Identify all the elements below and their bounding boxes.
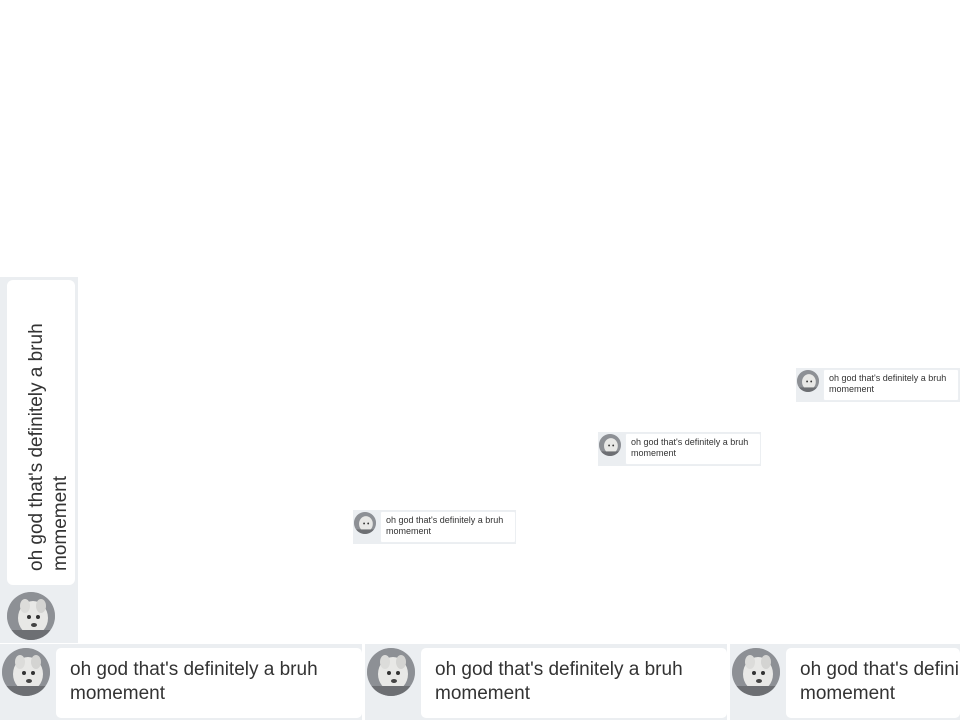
message-bubble: oh god that's definitely a bruh momement	[823, 369, 959, 401]
dog-photo-icon[interactable]	[2, 648, 50, 696]
message-bubble: oh god that's defini momement	[786, 648, 960, 718]
chat-message-small-1: oh god that's definitely a bruh momement	[353, 510, 516, 544]
chat-message-small-3: oh god that's definitely a bruh momement	[796, 368, 960, 402]
message-bubble: oh god that's definitely a bruh momement	[421, 648, 727, 718]
message-bubble: oh god that's definitely a bruh momement	[625, 433, 761, 465]
message-bubble: oh god that's definitely a bruh momement	[56, 648, 362, 718]
dog-photo-icon[interactable]	[367, 648, 415, 696]
message-text: oh god that's definitely a bruh momement	[26, 323, 71, 571]
chat-message-bottom-2: oh god that's definitely a bruh momement	[365, 644, 727, 720]
dog-photo-icon[interactable]	[7, 592, 55, 640]
message-bubble: oh god that's definitely a bruh momement	[380, 511, 516, 543]
dog-photo-icon[interactable]	[797, 370, 819, 392]
message-bubble: oh god that's definitely a bruh momement	[7, 280, 75, 585]
dog-photo-icon[interactable]	[599, 434, 621, 456]
chat-message-small-2: oh god that's definitely a bruh momement	[598, 432, 761, 466]
chat-message-vertical: oh god that's definitely a bruh momement	[0, 277, 78, 643]
message-text-line-2: momement	[800, 683, 896, 704]
chat-message-bottom-3: oh god that's defini momement	[730, 644, 960, 720]
chat-message-bottom-1: oh god that's definitely a bruh momement	[0, 644, 362, 720]
message-text-line-1: oh god that's defini	[800, 659, 959, 680]
dog-photo-icon[interactable]	[732, 648, 780, 696]
dog-photo-icon[interactable]	[354, 512, 376, 534]
